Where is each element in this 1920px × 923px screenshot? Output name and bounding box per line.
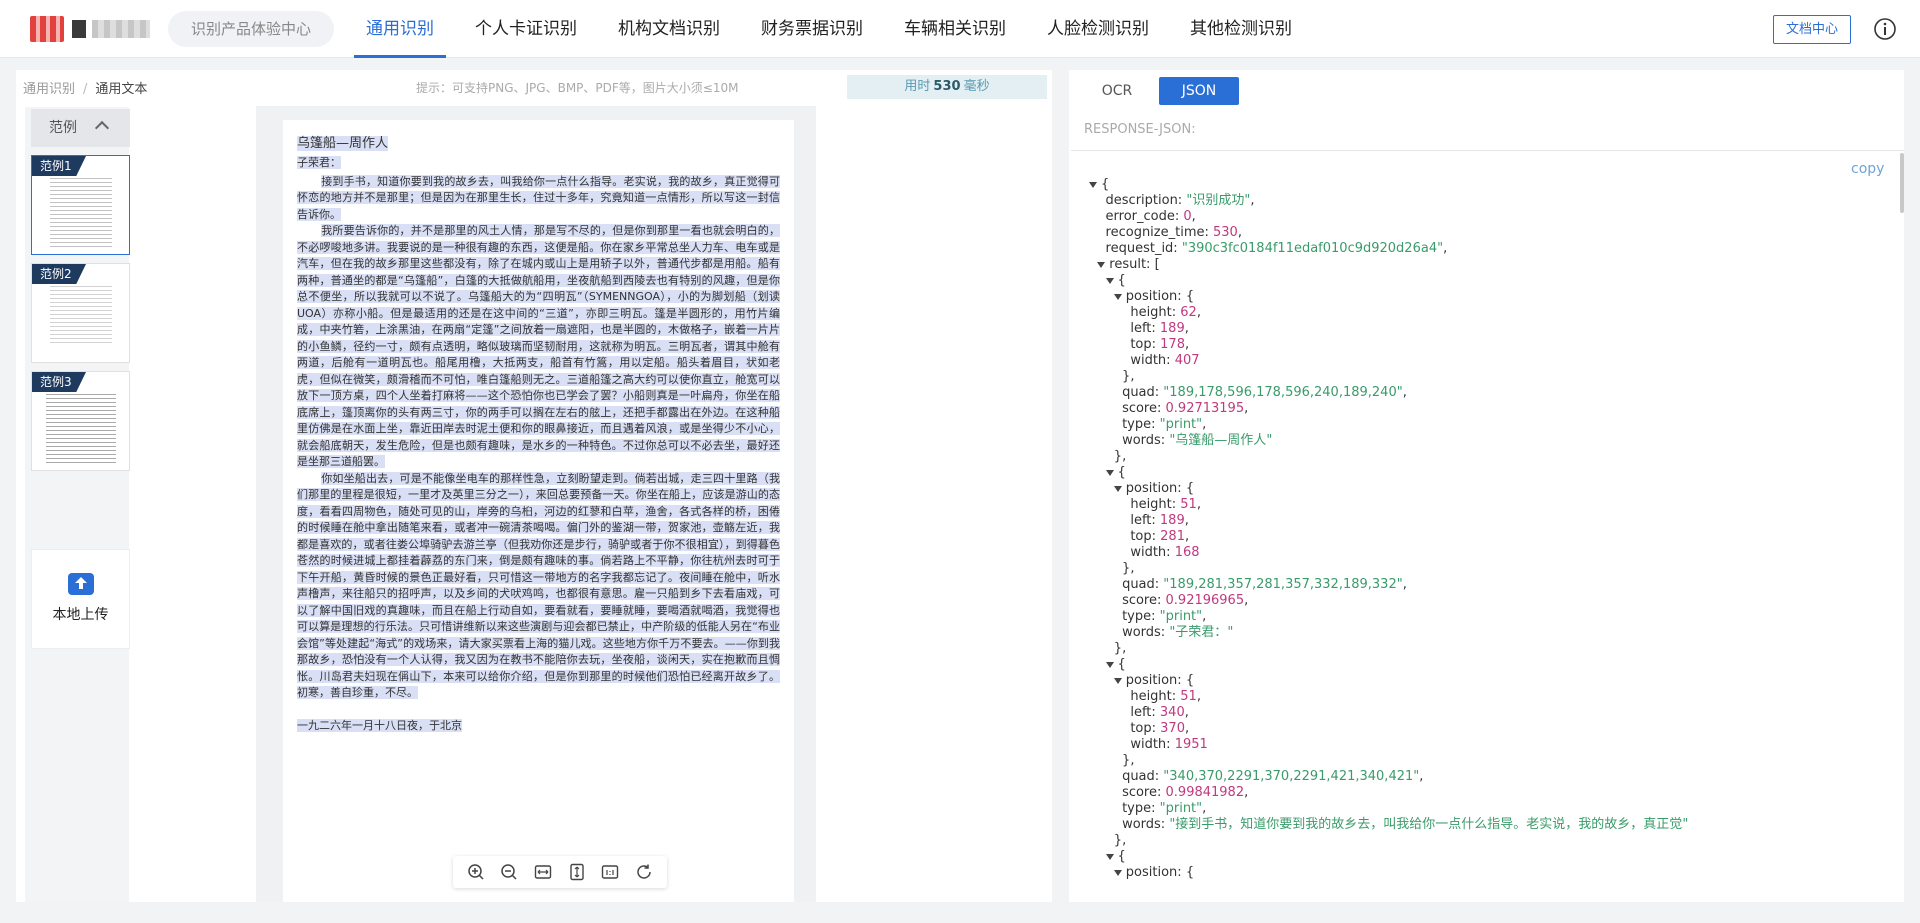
collapse-caret-icon[interactable] xyxy=(1105,853,1114,860)
zoom-in-icon[interactable] xyxy=(467,863,485,881)
collapse-caret-icon[interactable] xyxy=(1097,261,1106,268)
upload-hint: 提示：可支持PNG、JPG、BMP、PDF等，图片大小须≤10M xyxy=(416,81,739,95)
tab-ocr[interactable]: OCR xyxy=(1097,77,1137,105)
left-panel: 通用识别 / 通用文本 提示：可支持PNG、JPG、BMP、PDF等，图片大小须≤1… xyxy=(16,70,1052,902)
main-nav: 通用识别 个人卡证识别 机构文档识别 财务票据识别 车辆相关识别 人脸检测识别 … xyxy=(354,0,1321,58)
collapse-caret-icon[interactable] xyxy=(1089,181,1097,188)
collapse-caret-icon[interactable] xyxy=(1113,293,1122,300)
sample-collapse-toggle[interactable]: 范例 xyxy=(31,109,130,147)
breadcrumb-root[interactable]: 通用识别 xyxy=(23,82,75,97)
doc-salutation: 子荣君： xyxy=(297,156,341,169)
actual-size-icon[interactable] xyxy=(601,863,619,881)
nav-document-ocr[interactable]: 机构文档识别 xyxy=(606,0,732,58)
doc-title: 乌篷船—周作人 xyxy=(297,136,389,151)
collapse-caret-icon[interactable] xyxy=(1113,485,1122,492)
right-panel: OCR JSON RESPONSE-JSON: copy { descripti… xyxy=(1069,70,1904,902)
nav-face-detect[interactable]: 人脸检测识别 xyxy=(1035,0,1161,58)
nav-id-card-ocr[interactable]: 个人卡证识别 xyxy=(463,0,589,58)
doc-paragraph: 我所要告诉你的，并不是那里的风土人情，那是写不尽的，但是你到那里一看也就会明白的… xyxy=(297,224,780,468)
nav-vehicle-ocr[interactable]: 车辆相关识别 xyxy=(892,0,1018,58)
top-navbar: 识别产品体验中心 通用识别 个人卡证识别 机构文档识别 财务票据识别 车辆相关识… xyxy=(0,0,1920,58)
json-tree: { description: "识别成功", error_code: 0, re… xyxy=(1089,177,1688,881)
breadcrumb-current: 通用文本 xyxy=(95,82,148,97)
logo[interactable] xyxy=(30,14,154,44)
doc-paragraph: 接到手书，知道你要到我的故乡去，叫我给你一点什么指导。老实说，我的故乡，真正觉得… xyxy=(297,174,780,221)
rotate-icon[interactable] xyxy=(635,863,653,881)
collapse-caret-icon[interactable] xyxy=(1113,869,1122,876)
scrollbar[interactable] xyxy=(1900,153,1904,213)
timing-badge: 用时 530 毫秒 xyxy=(847,75,1047,99)
document-preview: 乌篷船—周作人 子荣君： 接到手书，知道你要到我的故乡去，叫我给你一点什么指导。… xyxy=(256,106,816,902)
collapse-caret-icon[interactable] xyxy=(1105,661,1114,668)
fit-height-icon[interactable] xyxy=(568,863,586,881)
doc-paragraph: 你如坐船出去，可是不能像坐电车的那样性急，立刻盼望走到。倘若出城，走三四十里路（… xyxy=(297,471,780,699)
response-json-label: RESPONSE-JSON: xyxy=(1084,122,1196,137)
tab-json[interactable]: JSON xyxy=(1159,77,1239,105)
local-upload-button[interactable]: 本地上传 xyxy=(31,549,130,649)
sample-thumb-1[interactable]: 范例1 xyxy=(31,155,130,255)
copy-button[interactable]: copy xyxy=(1851,161,1884,177)
breadcrumb: 通用识别 / 通用文本 xyxy=(23,78,147,97)
zoom-out-icon[interactable] xyxy=(500,863,518,881)
collapse-caret-icon[interactable] xyxy=(1113,677,1122,684)
upload-icon xyxy=(67,573,94,595)
collapse-caret-icon[interactable] xyxy=(1105,469,1114,476)
nav-invoice-ocr[interactable]: 财务票据识别 xyxy=(749,0,875,58)
doc-center-button[interactable]: 文档中心 xyxy=(1773,15,1851,44)
collapse-caret-icon[interactable] xyxy=(1105,277,1114,284)
experience-center-pill[interactable]: 识别产品体验中心 xyxy=(168,11,334,47)
nav-general-ocr[interactable]: 通用识别 xyxy=(354,0,446,58)
breadcrumb-separator: / xyxy=(83,82,88,97)
info-icon[interactable] xyxy=(1873,17,1897,41)
doc-date: 一九二六年一月十八日夜，于北京 xyxy=(297,718,462,732)
json-viewer: copy { description: "识别成功", error_code: … xyxy=(1071,150,1904,902)
sample-thumb-3[interactable]: 范例3 xyxy=(31,371,130,471)
document-page: 乌篷船—周作人 子荣君： 接到手书，知道你要到我的故乡去，叫我给你一点什么指导。… xyxy=(283,120,794,902)
nav-other-detect[interactable]: 其他检测识别 xyxy=(1178,0,1304,58)
sample-thumb-2[interactable]: 范例2 xyxy=(31,263,130,363)
zoom-toolbar xyxy=(453,856,667,888)
sample-column: 范例 范例1 范例2 范例3 本地上传 xyxy=(25,107,130,902)
chevron-up-icon xyxy=(94,120,110,136)
fit-width-icon[interactable] xyxy=(534,863,552,881)
